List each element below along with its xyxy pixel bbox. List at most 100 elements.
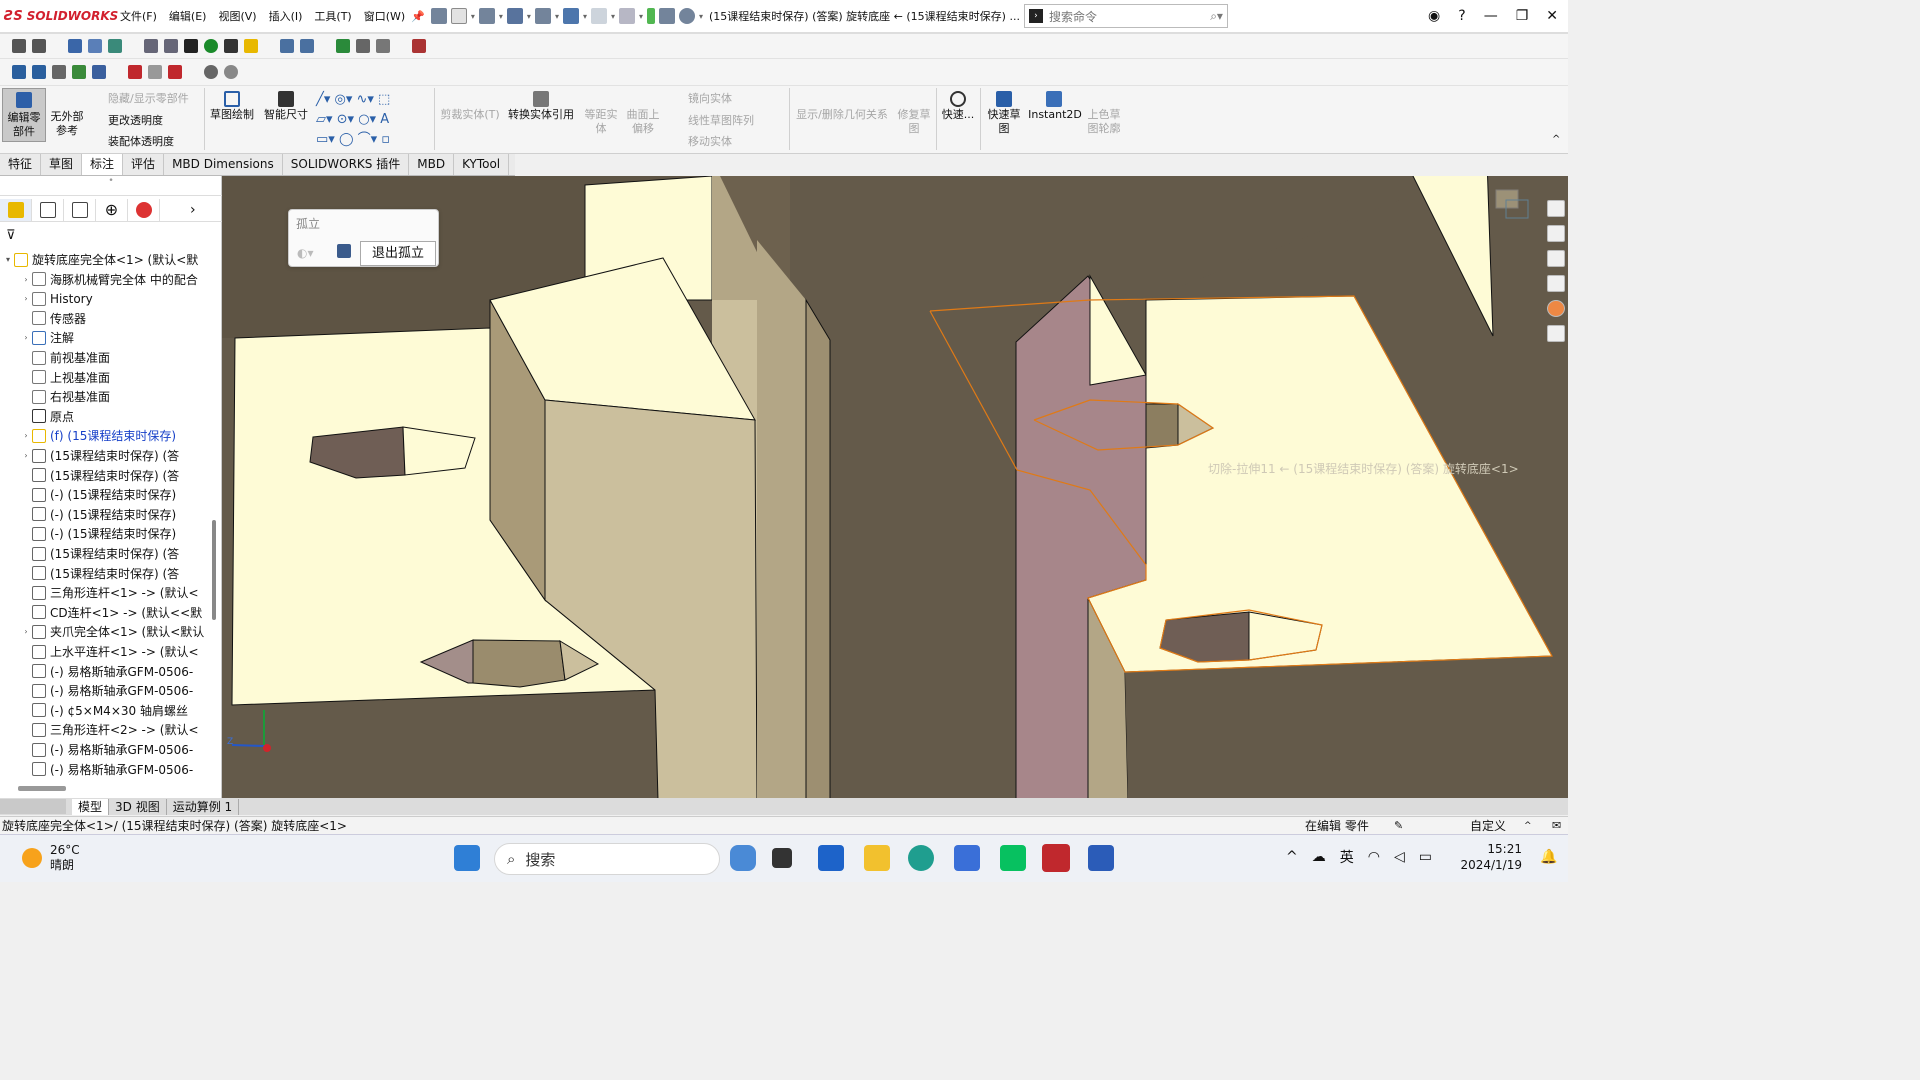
property-manager-tab-icon[interactable]	[32, 198, 64, 221]
tree-node[interactable]: 上水平连杆<1> -> (默认<	[0, 642, 206, 661]
redo-icon[interactable]	[590, 8, 607, 24]
wechat-icon[interactable]	[1000, 845, 1026, 871]
tree-node[interactable]: (-) (15课程结束时保存)	[0, 505, 206, 524]
tab-motion-study[interactable]: 运动算例 1	[167, 798, 240, 815]
status-units[interactable]: 自定义	[1470, 817, 1506, 834]
toolbar-icon-23[interactable]	[128, 65, 142, 79]
collapse-icon[interactable]: ^	[1552, 134, 1560, 145]
expand-icon[interactable]: ›	[20, 294, 32, 303]
toolbar-icon-18[interactable]	[12, 65, 26, 79]
search-command-field[interactable]: › 搜索命令 ⌕▾	[1023, 4, 1228, 28]
toolbar-icon-22[interactable]	[92, 65, 106, 79]
home-tab-icon[interactable]	[1546, 200, 1565, 217]
toolbar-icon-5[interactable]	[108, 39, 122, 53]
menu-tools[interactable]: 工具(T)	[308, 8, 357, 24]
task-view-icon[interactable]	[772, 848, 792, 868]
expand-icon[interactable]: ›	[20, 431, 32, 440]
display-manager-tab-icon[interactable]	[128, 198, 160, 221]
toolbar-icon-15[interactable]	[356, 39, 370, 53]
toolbar-icon-20[interactable]	[52, 65, 66, 79]
menu-edit[interactable]: 编辑(E)	[163, 8, 213, 24]
word-icon[interactable]	[1088, 845, 1114, 871]
file-explorer-tab-icon[interactable]	[1546, 250, 1565, 267]
tree-node[interactable]: 三角形连杆<1> -> (默认<	[0, 583, 206, 602]
toolbar-icon-3[interactable]	[68, 39, 82, 53]
resources-tab-icon[interactable]	[1546, 225, 1565, 242]
expand-icon[interactable]: ›	[20, 451, 32, 460]
tree-hscrollbar[interactable]	[18, 786, 66, 791]
tree-node[interactable]: 原点	[0, 407, 206, 426]
offset-on-surface-button[interactable]: 曲面上 偏移	[624, 108, 662, 136]
weather-widget[interactable]: 26°C 晴朗	[22, 843, 80, 873]
no-external-ref-button[interactable]: 无外部 参考	[48, 88, 86, 138]
filter-icon[interactable]: ⊽	[6, 228, 16, 243]
menu-insert[interactable]: 插入(I)	[263, 8, 309, 24]
hide-show-parts-button[interactable]: 隐藏/显示零部件	[108, 90, 189, 106]
notification-bell-icon[interactable]: 🔔	[1540, 849, 1557, 865]
chevron-right-icon[interactable]: ›	[190, 202, 196, 218]
solidworks-taskbar-icon[interactable]	[1042, 844, 1070, 872]
toolbar-icon-12[interactable]	[280, 39, 294, 53]
battery-icon[interactable]: ▭	[1419, 849, 1432, 865]
convert-entities-button[interactable]: 转换实体引用	[505, 108, 577, 122]
toolbar-icon-24[interactable]	[148, 65, 162, 79]
tab-kytool[interactable]: KYTool	[454, 154, 510, 175]
menu-view[interactable]: 视图(V)	[212, 8, 262, 24]
volume-icon[interactable]: ◁	[1394, 849, 1405, 865]
tree-node[interactable]: 右视基准面	[0, 387, 206, 406]
toolbar-icon-21[interactable]	[72, 65, 86, 79]
copilot-icon[interactable]	[730, 845, 756, 871]
chevron-up-icon[interactable]: ^	[1286, 849, 1298, 865]
tree-node[interactable]: 前视基准面	[0, 348, 206, 367]
isolate-visibility-icon[interactable]: ◐▾	[297, 246, 314, 260]
input-language[interactable]: 英	[1340, 847, 1354, 867]
graphics-area[interactable]: Z ⊏ ⊐ ❐ ✕	[222, 176, 1568, 798]
minimize-button[interactable]: —	[1484, 8, 1498, 24]
tree-node[interactable]: (-) 易格斯轴承GFM-0506-	[0, 760, 206, 779]
exit-isolate-button[interactable]: 退出孤立	[360, 241, 436, 266]
tree-node[interactable]: ▾ 旋转底座完全体<1> (默认<默	[0, 250, 206, 269]
toolbar-icon-1[interactable]	[12, 39, 26, 53]
units-dropdown-icon[interactable]: ^	[1524, 821, 1532, 831]
toolbar-icon-4[interactable]	[88, 39, 102, 53]
toolbar-icon-26[interactable]	[224, 65, 238, 79]
tree-node[interactable]: › 夹爪完全体<1> (默认<默认	[0, 622, 206, 641]
notification-icon[interactable]: ✉	[1552, 819, 1561, 832]
wifi-icon[interactable]: ◠	[1368, 849, 1380, 865]
tree-node[interactable]: (15课程结束时保存) (答	[0, 544, 206, 563]
feature-manager-tab-icon[interactable]	[0, 198, 32, 221]
smart-dimension-button[interactable]: 智能尺寸	[262, 108, 310, 122]
toolbar-icon-19[interactable]	[32, 65, 46, 79]
tab-evaluate[interactable]: 评估	[123, 154, 165, 175]
appearances-tab-icon[interactable]	[1546, 300, 1565, 317]
change-transparency-button[interactable]: 更改透明度	[108, 112, 163, 128]
tab-markup[interactable]: 标注	[82, 154, 124, 175]
instant2d-button[interactable]: Instant2D	[1028, 108, 1082, 122]
toolbar-icon-8[interactable]	[184, 39, 198, 53]
tree-node[interactable]: (-) (15课程结束时保存)	[0, 524, 206, 543]
custom-properties-tab-icon[interactable]	[1546, 325, 1565, 342]
sketch-button[interactable]: 草图绘制	[208, 108, 256, 122]
toolbar-icon-7[interactable]	[164, 39, 178, 53]
toolbar-icon-9[interactable]	[204, 39, 218, 53]
file-properties-icon[interactable]	[659, 8, 675, 24]
tab-features[interactable]: 特征	[0, 154, 42, 175]
edge-icon[interactable]	[908, 845, 934, 871]
save-icon[interactable]	[506, 8, 523, 24]
expand-icon[interactable]: ▾	[2, 255, 14, 264]
tab-sketch[interactable]: 草图	[41, 154, 83, 175]
menu-file[interactable]: 文件(F)	[114, 8, 163, 24]
offset-entities-button[interactable]: 等距实 体	[582, 108, 620, 136]
repair-sketch-button[interactable]: 修复草 图	[896, 108, 932, 136]
open-icon[interactable]	[478, 8, 495, 24]
tree-node[interactable]: › 注解	[0, 328, 206, 347]
cloud-icon[interactable]: ☁	[1312, 849, 1326, 865]
rapid-sketch-button[interactable]: 快速草 图	[984, 108, 1024, 136]
tree-node[interactable]: › (f) (15课程结束时保存)	[0, 426, 206, 445]
store-icon[interactable]	[954, 845, 980, 871]
tab-3d-view[interactable]: 3D 视图	[109, 798, 167, 815]
view-palette-tab-icon[interactable]	[1546, 275, 1565, 292]
assembly-transparency-button[interactable]: 装配体透明度	[108, 133, 174, 149]
sketch-tools-grid[interactable]: ╱▾ ◎▾ ∿▾ ⬚ ▱▾ ⊙▾ ○▾ A ▭▾ ◯ ⌒▾ ▫	[316, 90, 434, 148]
restore-button[interactable]: ❐	[1516, 8, 1529, 24]
